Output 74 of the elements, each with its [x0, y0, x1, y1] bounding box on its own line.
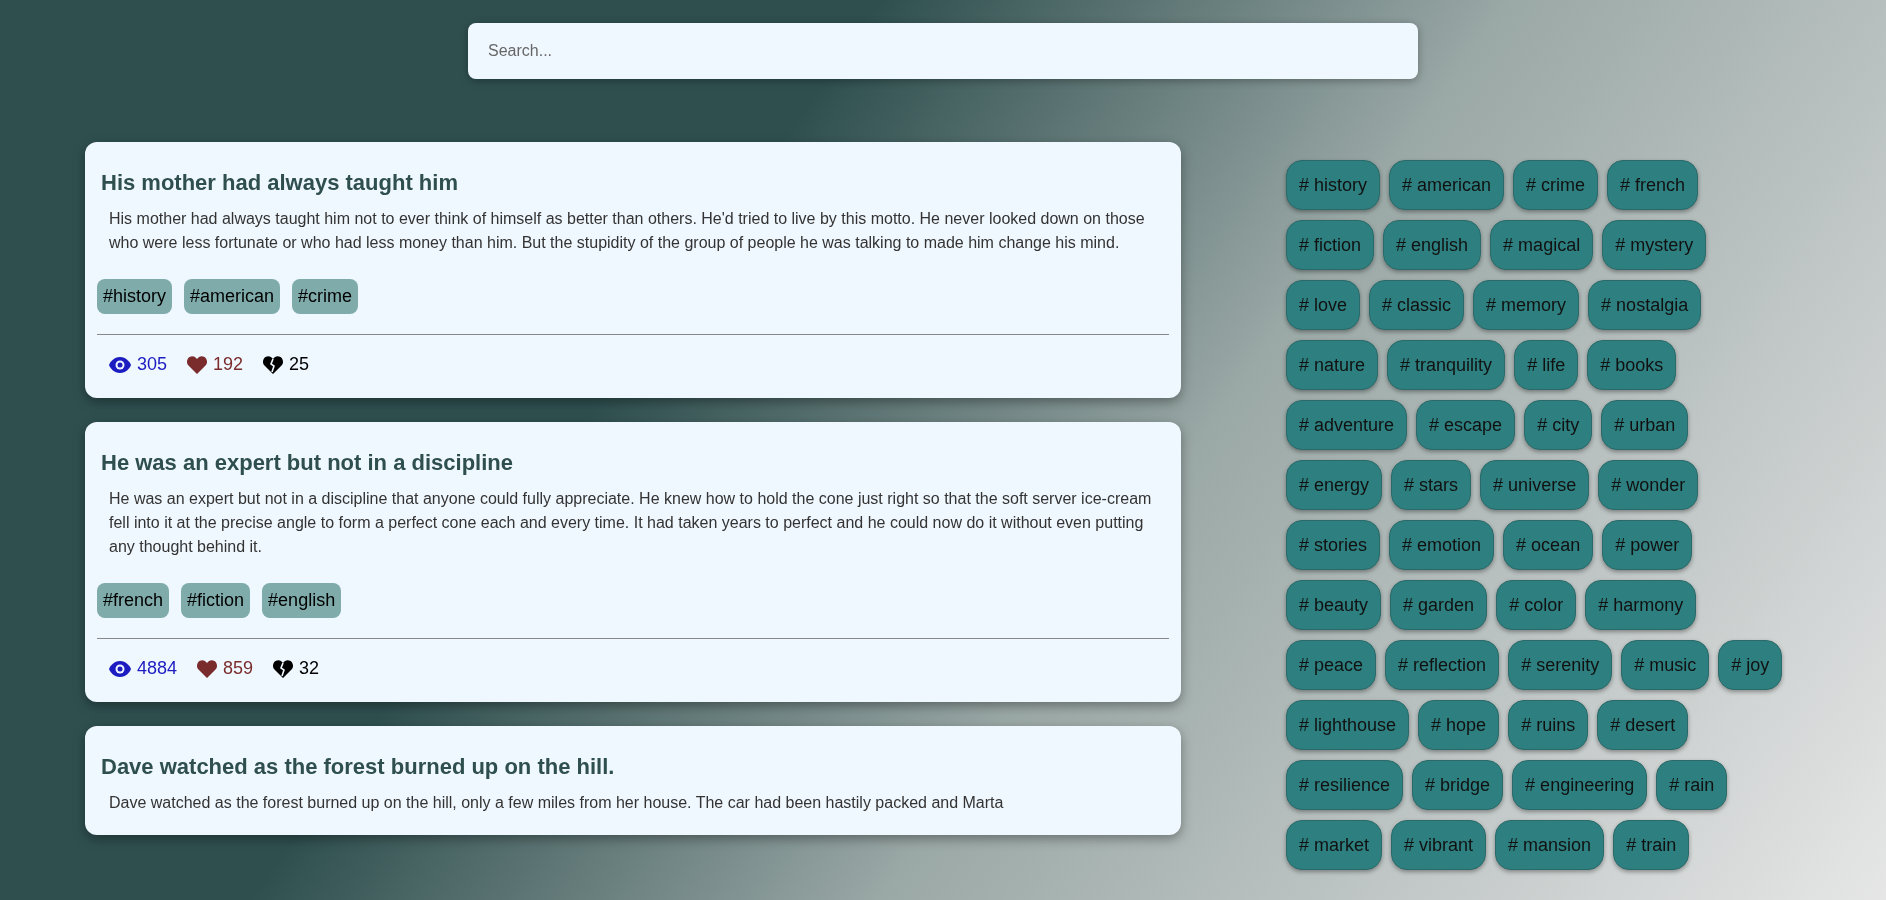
post-body: His mother had always taught him not to ever think of himself as better than others. He'd tried to live by this motto. He never looked down on those who were less fortunate or who had less money than him. But the stupidity of the group of people he was talking to made him change his mind.: [108, 209, 1146, 253]
tag-chip[interactable]: # serenity: [1508, 640, 1613, 690]
search-field[interactable]: Search...: [468, 23, 1418, 79]
tag-chip[interactable]: # reflection: [1385, 640, 1500, 690]
tag-chip[interactable]: # desert: [1597, 700, 1689, 750]
tag-chip[interactable]: # hope: [1418, 700, 1500, 750]
tag-chip[interactable]: # city: [1524, 400, 1593, 450]
post-tag[interactable]: #american: [184, 279, 281, 314]
tag-chip[interactable]: # life: [1514, 340, 1579, 390]
tag-chip[interactable]: # urban: [1601, 400, 1689, 450]
post-tag[interactable]: #crime: [292, 279, 359, 314]
tag-chip[interactable]: # garden: [1390, 580, 1488, 630]
tag-chip[interactable]: # lighthouse: [1286, 700, 1410, 750]
tag-chip[interactable]: # nostalgia: [1588, 280, 1702, 330]
dislike-count: 32: [299, 657, 320, 680]
post-tag[interactable]: #history: [97, 279, 173, 314]
tag-chip[interactable]: # universe: [1480, 460, 1590, 510]
tag-chip[interactable]: # history: [1286, 160, 1381, 210]
tag-chip[interactable]: # nature: [1286, 340, 1379, 390]
tag-chip[interactable]: # mystery: [1602, 220, 1707, 270]
like-count: 859: [223, 657, 254, 680]
dislike-count: 25: [289, 353, 310, 376]
broken-heart-icon: [263, 355, 284, 374]
tag-chip[interactable]: # tranquility: [1387, 340, 1506, 390]
post-title: Dave watched as the forest burned up on the hill.: [100, 753, 616, 781]
view-count: 4884: [137, 657, 178, 680]
tag-chip[interactable]: # energy: [1286, 460, 1383, 510]
tag-chip[interactable]: # stories: [1286, 520, 1381, 570]
tag-chip[interactable]: # joy: [1718, 640, 1783, 690]
tag-chip[interactable]: # adventure: [1286, 400, 1408, 450]
tag-chip[interactable]: # engineering: [1512, 760, 1648, 810]
tag-chip[interactable]: # ruins: [1508, 700, 1589, 750]
tag-chip[interactable]: # resilience: [1286, 760, 1404, 810]
view-count: 305: [137, 353, 168, 376]
tag-chip[interactable]: # power: [1602, 520, 1693, 570]
heart-icon: [187, 355, 208, 374]
post-body: Dave watched as the forest burned up on the hill, only a few miles from her house. The car had been hastily packed and Marta: [108, 793, 1005, 813]
tag-chip[interactable]: # market: [1286, 820, 1383, 870]
tag-chip[interactable]: # bridge: [1412, 760, 1504, 810]
tag-chip[interactable]: # vibrant: [1391, 820, 1487, 870]
tag-chip[interactable]: # classic: [1369, 280, 1465, 330]
tag-chip[interactable]: # wonder: [1598, 460, 1699, 510]
broken-heart-icon: [273, 659, 294, 678]
tag-chip[interactable]: # rain: [1656, 760, 1728, 810]
like-count: 192: [213, 353, 244, 376]
post-body: He was an expert but not in a discipline that anyone could fully appreciate. He knew how to hold the cone just right so that the soft server ice-cream fell into it at the precise angle to form a perfect cone each and every time. It had taken years to perfect and he could now do it without even putting any thought behind it.: [108, 489, 1153, 557]
tag-chip[interactable]: # love: [1286, 280, 1361, 330]
eye-icon: [109, 356, 131, 373]
post-title: His mother had always taught him: [100, 169, 459, 197]
tag-chip[interactable]: # peace: [1286, 640, 1377, 690]
tag-chip[interactable]: # stars: [1391, 460, 1472, 510]
tag-chip[interactable]: # french: [1607, 160, 1699, 210]
tag-chip[interactable]: # music: [1621, 640, 1710, 690]
post-tag[interactable]: #english: [262, 583, 342, 618]
post-tag[interactable]: #fiction: [181, 583, 251, 618]
tag-chip[interactable]: # escape: [1416, 400, 1516, 450]
tag-chip[interactable]: # harmony: [1585, 580, 1697, 630]
tag-chip[interactable]: # emotion: [1389, 520, 1495, 570]
tag-chip[interactable]: # american: [1389, 160, 1505, 210]
tag-chip[interactable]: # fiction: [1286, 220, 1375, 270]
post-tag[interactable]: #french: [97, 583, 170, 618]
tag-chip[interactable]: # magical: [1490, 220, 1594, 270]
tag-chip[interactable]: # beauty: [1286, 580, 1382, 630]
tag-chip[interactable]: # color: [1496, 580, 1577, 630]
heart-icon: [197, 659, 218, 678]
tag-chip[interactable]: # ocean: [1503, 520, 1594, 570]
tag-chip[interactable]: # crime: [1513, 160, 1599, 210]
post-title: He was an expert but not in a discipline: [100, 449, 514, 477]
tag-chip[interactable]: # books: [1587, 340, 1677, 390]
tag-chip[interactable]: # memory: [1473, 280, 1580, 330]
tag-chip[interactable]: # train: [1613, 820, 1690, 870]
tag-chip[interactable]: # english: [1383, 220, 1482, 270]
eye-icon: [109, 660, 131, 677]
tag-chip[interactable]: # mansion: [1495, 820, 1605, 870]
